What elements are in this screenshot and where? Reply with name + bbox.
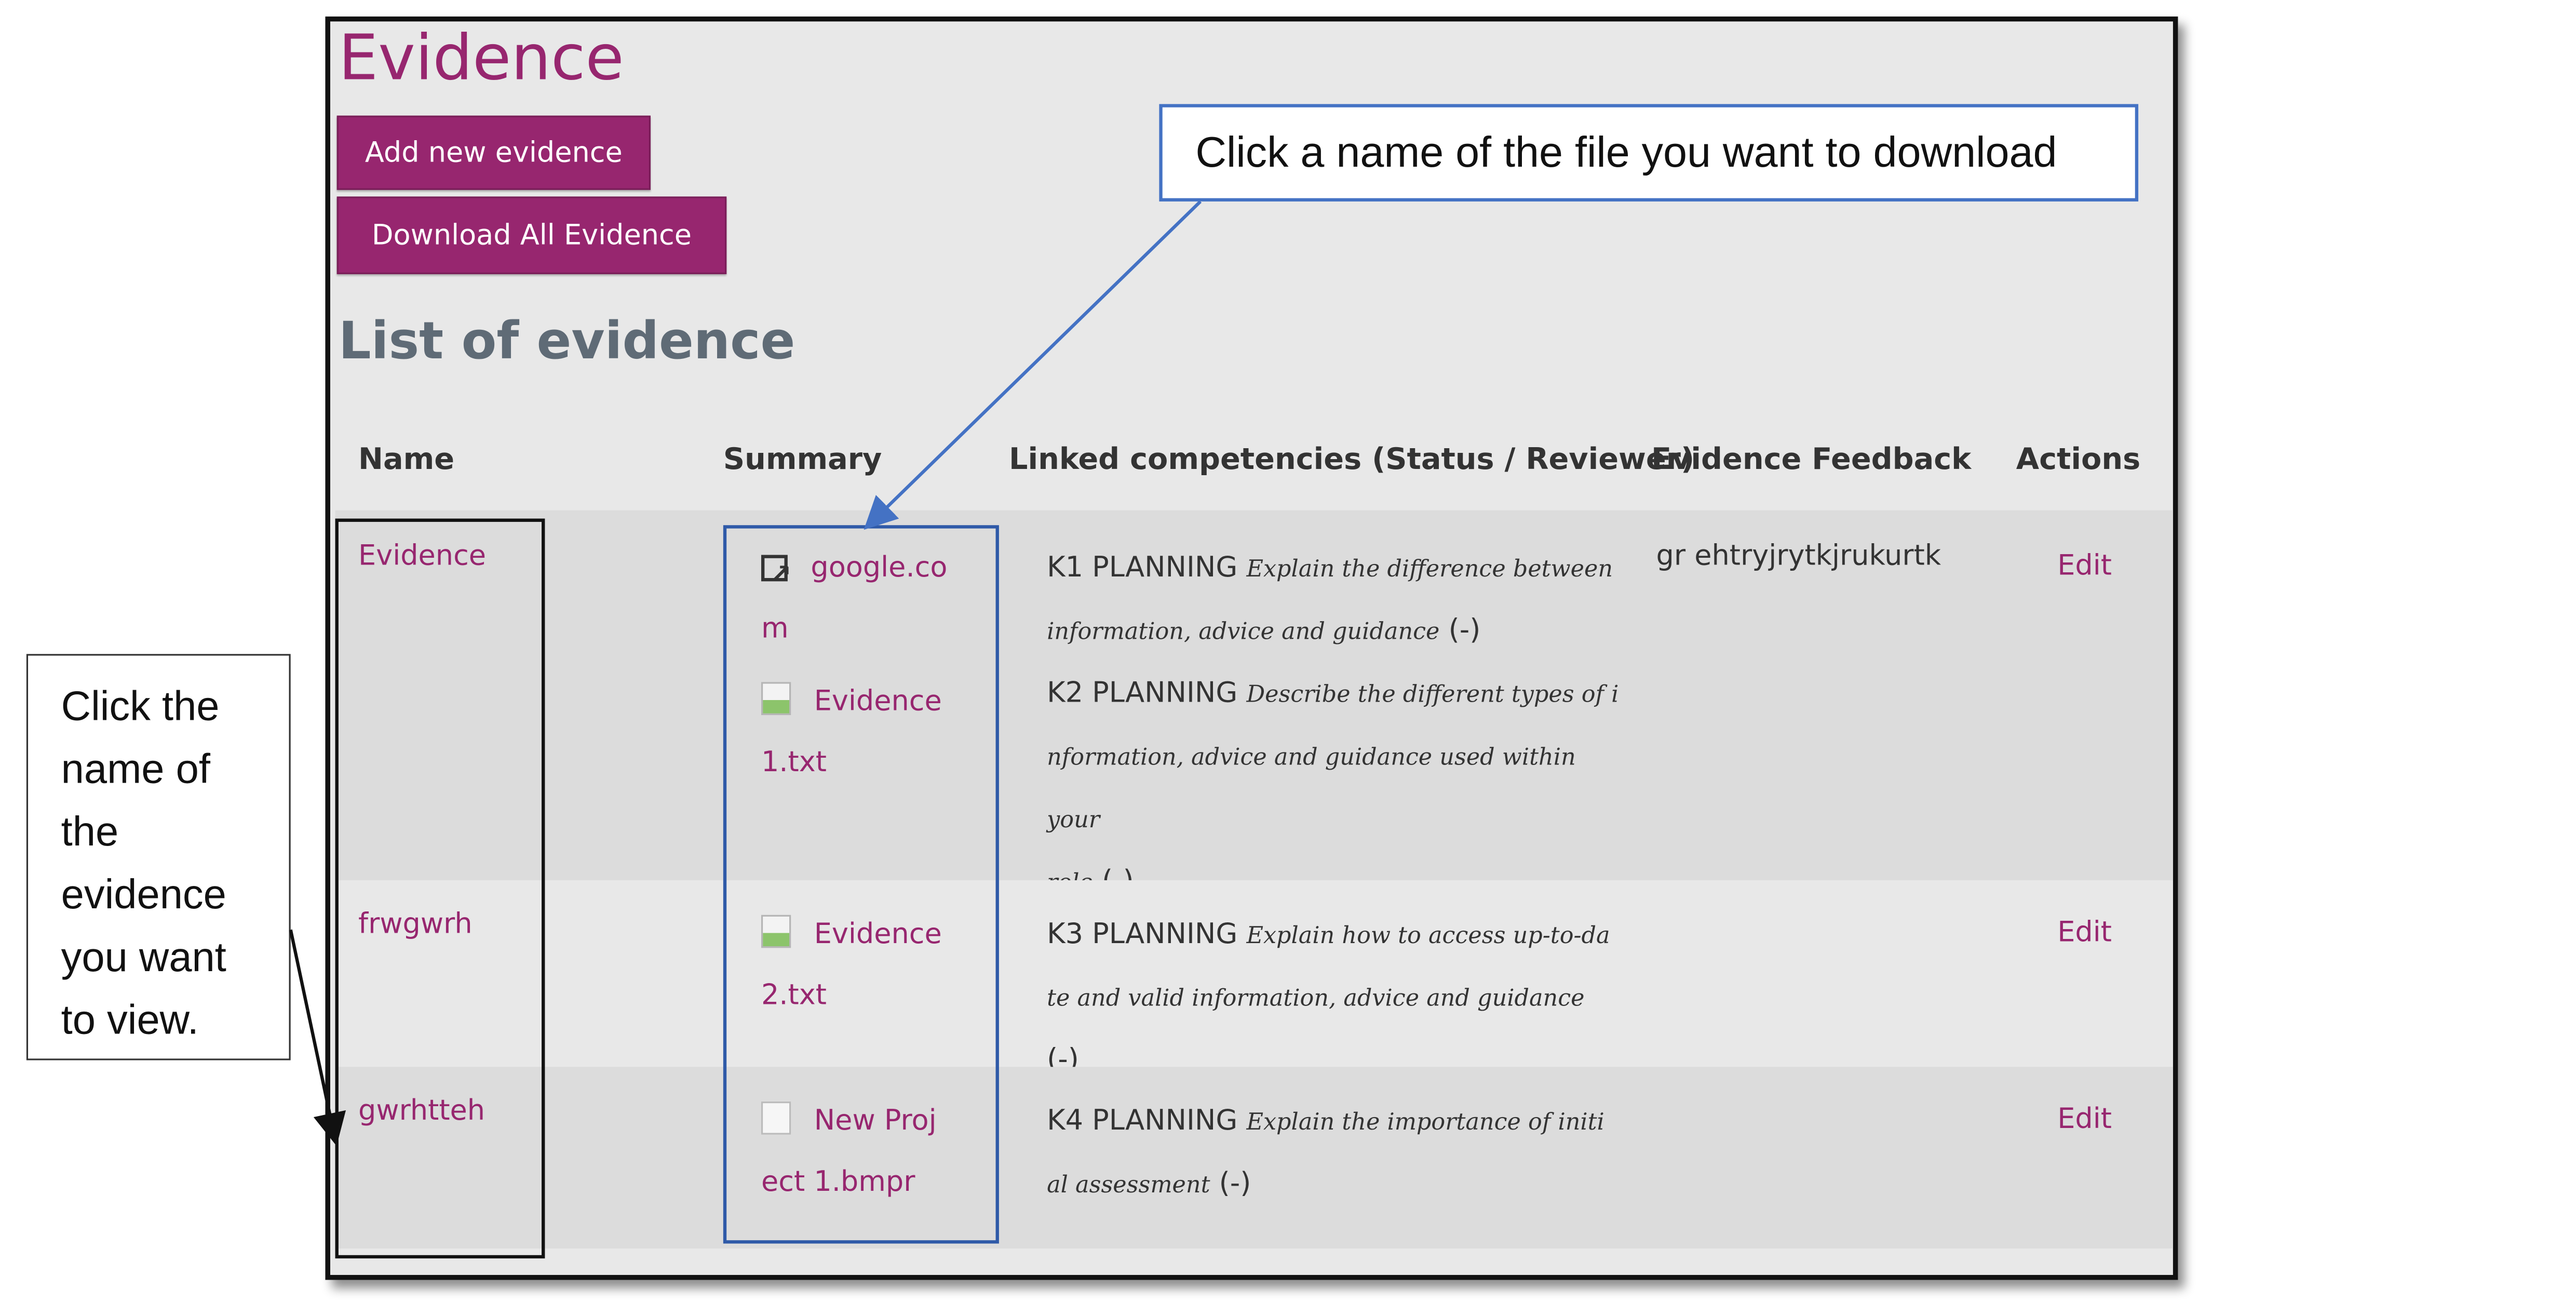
- evidence-panel: Evidence Add new evidence Download All E…: [325, 16, 2178, 1280]
- competency-list: K1 PLANNING Explain the difference betwe…: [1047, 552, 1619, 898]
- add-evidence-button[interactable]: Add new evidence: [336, 115, 651, 190]
- page-title: Evidence: [338, 21, 624, 95]
- edit-link[interactable]: Edit: [2057, 1103, 2112, 1136]
- evidence-feedback: gr ehtryjrytkjrukurtk: [1656, 540, 1941, 573]
- header-actions: Actions: [2016, 442, 2141, 478]
- header-name: Name: [358, 442, 455, 478]
- view-instruction-callout: Click the name of the evidence you want …: [26, 654, 291, 1060]
- edit-link[interactable]: Edit: [2057, 550, 2112, 583]
- competency-list: K4 PLANNING Explain the importance of in…: [1047, 1105, 1604, 1201]
- table-row: frwgwrh Evidence 2.txt K3 PLANNING Expla…: [335, 880, 2173, 1077]
- competency-list: K3 PLANNING Explain how to access up-to-…: [1047, 918, 1610, 1077]
- summary-column-highlight: [723, 525, 999, 1244]
- header-feedback: Evidence Feedback: [1651, 442, 1972, 478]
- download-all-evidence-button[interactable]: Download All Evidence: [336, 196, 727, 274]
- header-summary: Summary: [723, 442, 882, 478]
- list-title: List of evidence: [338, 312, 795, 372]
- table-row: gwrhtteh New Proj ect 1.bmpr K4 PLANNING…: [335, 1067, 2173, 1249]
- download-instruction-callout: Click a name of the file you want to dow…: [1159, 104, 2139, 202]
- header-competencies: Linked competencies (Status / Reviewer): [1008, 442, 1695, 478]
- name-column-highlight: [335, 518, 545, 1259]
- table-row: Evidence google.co m Evidence 1.txt K1 P…: [335, 510, 2173, 898]
- edit-link[interactable]: Edit: [2057, 917, 2112, 950]
